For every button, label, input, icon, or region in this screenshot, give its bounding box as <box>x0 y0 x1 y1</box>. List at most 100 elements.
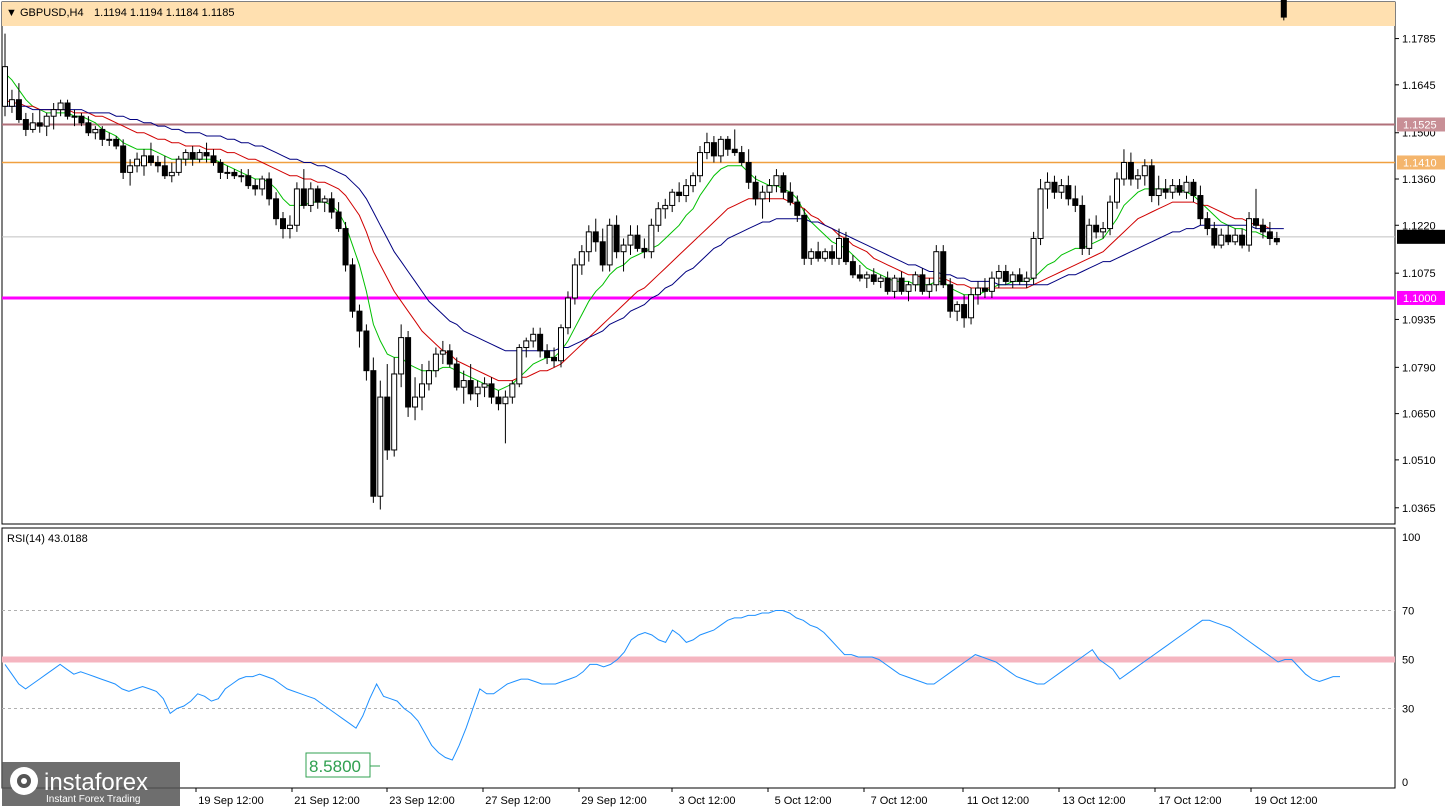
candle-body-bear <box>1204 218 1211 230</box>
candle <box>342 221 349 272</box>
rsi-tick-label: 100 <box>1402 532 1420 544</box>
candle-body-bull <box>648 224 655 253</box>
candle-body-bear <box>961 304 968 319</box>
candle <box>64 99 71 120</box>
price-tick-label: 1.1645 <box>1402 80 1436 92</box>
price-axis: 1.17851.16451.15001.13601.12201.10751.09… <box>1395 34 1445 515</box>
candle-body-bull <box>655 208 662 226</box>
candle <box>175 155 182 176</box>
candle-body-bull <box>1141 165 1148 177</box>
candle-body-bear <box>551 356 558 362</box>
candle-body-bear <box>1273 237 1280 243</box>
candle-body-bull <box>2 66 8 107</box>
candle <box>564 291 571 335</box>
candle-body-bull <box>516 347 523 385</box>
main-title-ohlc: 1.1194 1.1194 1.1184 1.1185 <box>94 7 234 19</box>
candle <box>1148 159 1155 203</box>
time-tick-label: 13 Oct 12:00 <box>1063 795 1126 807</box>
candle-body-bull <box>912 274 919 286</box>
candle-body-bear <box>870 274 877 282</box>
candle-body-bear <box>745 161 752 183</box>
time-tick-label: 23 Sep 12:00 <box>389 795 454 807</box>
candle-body-bear <box>731 148 738 154</box>
candle-body-bull <box>127 165 134 173</box>
candle-body-bull <box>1107 201 1114 230</box>
candle-body-bull <box>50 109 57 117</box>
candle-body-bull <box>481 383 488 388</box>
candle-body-bull <box>822 251 829 259</box>
candle-body-bull <box>1009 274 1016 282</box>
candle-body-bull <box>759 191 766 200</box>
candle-body-bear <box>724 138 731 150</box>
candle-body-bear <box>245 175 252 187</box>
candle-body-bear <box>189 152 196 160</box>
candle-body-bear <box>349 264 356 312</box>
candle-body-bear <box>599 241 606 266</box>
candle-body-bear <box>1266 231 1273 239</box>
rsi-tick-label: 70 <box>1402 606 1414 618</box>
candle-body-bull <box>224 171 231 174</box>
candle-body-bull <box>293 188 300 226</box>
candle-body-bear <box>1211 228 1218 246</box>
candle-body-bull <box>669 191 676 206</box>
candle-body-bull <box>1183 181 1190 193</box>
candle-body-bull <box>1134 175 1141 180</box>
candle-body-bull <box>1120 161 1127 180</box>
rsi-tick-label: 30 <box>1402 704 1414 716</box>
candle-body-bull <box>134 158 141 167</box>
candle-body-bear <box>1002 271 1009 282</box>
time-tick-label: 5 Oct 12:00 <box>775 795 832 807</box>
candle <box>370 357 377 503</box>
watermark-tagline: Instant Forex Trading <box>46 794 141 805</box>
candle-body-bull <box>432 353 439 372</box>
candle-body-bear <box>794 201 801 216</box>
candle-body-bear <box>356 310 363 332</box>
candle-body-bear <box>780 175 787 193</box>
candle-body-bear <box>752 181 759 200</box>
candle-body-bull <box>259 178 266 190</box>
candle-body-bull <box>509 383 516 398</box>
candle <box>405 331 412 417</box>
candle-body-bear <box>203 152 210 157</box>
candle-body-bear <box>467 380 474 395</box>
main-title-arrow[interactable]: ▼ <box>6 7 17 19</box>
candle-body-bear <box>1162 188 1169 193</box>
candle-body-bear <box>266 178 273 200</box>
candle-body-bear <box>544 350 551 358</box>
candle-body-bear <box>787 191 794 203</box>
candle-body-bear <box>154 161 161 167</box>
time-tick-label: 19 Oct 12:00 <box>1255 795 1318 807</box>
candle-body-bull <box>1169 185 1176 193</box>
candle-body-bull <box>530 333 537 342</box>
candle-body-bear <box>815 251 822 259</box>
candle-body-bear <box>676 191 683 197</box>
candle-body-bear <box>36 122 43 127</box>
candle-body-bull <box>766 185 773 193</box>
candle-body-bull <box>620 244 627 253</box>
price-tick-label: 1.0790 <box>1402 362 1436 374</box>
candle <box>516 344 523 388</box>
candle-body-bull <box>891 277 898 292</box>
candle-body-bull <box>578 251 585 266</box>
candle-body-bull <box>773 175 780 187</box>
candle-body-bull <box>585 231 592 253</box>
candle-body-bull <box>968 294 975 319</box>
candle-body-bear <box>22 119 29 130</box>
candle-body-bear <box>495 396 502 405</box>
main-title-symbol: GBPUSD,H4 <box>20 7 84 19</box>
candle-body-bear <box>1093 224 1100 233</box>
candle-body-bull <box>92 128 99 134</box>
candle-body-bull <box>182 152 189 160</box>
candle-body-bear <box>634 234 641 249</box>
candle-body-bull <box>412 396 419 408</box>
price-tick-label: 1.1785 <box>1402 34 1436 46</box>
candle-body-bull <box>975 287 981 296</box>
candle-body-bull <box>606 224 613 266</box>
candle-body-bear <box>940 251 947 286</box>
candle-body-bull <box>662 204 669 210</box>
rsi-tick-label: 0 <box>1402 777 1408 789</box>
candle-body-bull <box>995 271 1002 279</box>
time-tick-label: 7 Oct 12:00 <box>871 795 928 807</box>
candle <box>1037 179 1044 246</box>
candle-body-bull <box>954 304 961 312</box>
